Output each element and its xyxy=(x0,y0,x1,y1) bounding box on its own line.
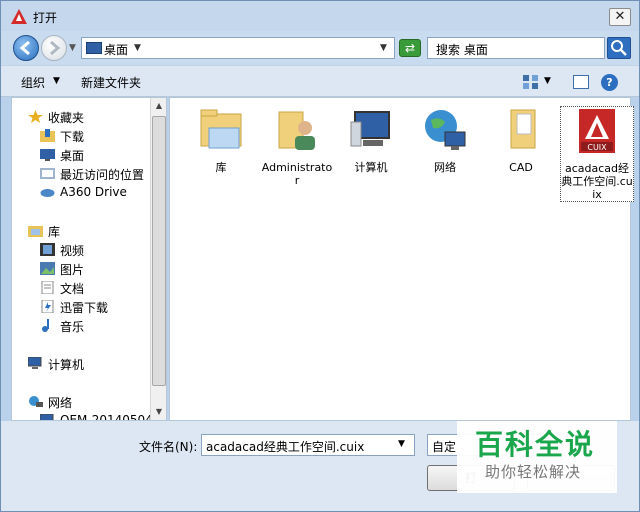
watermark-overlay: 百科全说 助你轻松解决 xyxy=(457,421,617,493)
download-folder-icon xyxy=(40,129,55,142)
command-toolbar: 组织 ▼ 新建文件夹 ▼ ? xyxy=(1,65,639,97)
search-input[interactable]: 搜索 桌面 xyxy=(427,37,605,59)
folder-icon xyxy=(510,109,536,149)
open-file-dialog: 打开 ✕ ▼ 桌面 ▼ ▼ ⇄ 搜索 桌面 组织 ▼ 新建文件夹 ▼ ? 收藏夹… xyxy=(0,0,640,512)
address-history-dropdown[interactable]: ▼ xyxy=(380,43,387,53)
filename-field[interactable]: acadacad经典工作空间.cuix ▼ xyxy=(201,434,415,456)
sidebar-item-label: 下载 xyxy=(60,130,85,144)
scrollbar-thumb[interactable] xyxy=(152,116,166,386)
chevron-down-icon[interactable]: ▼ xyxy=(134,43,141,53)
back-button[interactable] xyxy=(13,35,39,61)
address-bar: ▼ 桌面 ▼ ▼ ⇄ 搜索 桌面 xyxy=(1,31,639,65)
chevron-down-icon[interactable]: ▼ xyxy=(53,76,60,86)
file-item-administrator[interactable]: Administrator xyxy=(260,106,334,187)
address-location[interactable]: 桌面 xyxy=(104,41,128,58)
desktop-icon xyxy=(86,42,102,54)
search-placeholder: 搜索 桌面 xyxy=(436,43,488,57)
file-name: acadacad经典工作空间.cuix xyxy=(561,162,633,201)
recent-locations-dropdown[interactable]: ▼ xyxy=(69,43,76,53)
forward-arrow-icon xyxy=(50,40,61,56)
watermark-title: 百科全说 xyxy=(475,428,596,461)
autocad-app-icon xyxy=(11,9,27,24)
network-computer-icon xyxy=(40,414,54,420)
sidebar-item-label: 库 xyxy=(48,225,61,239)
preview-pane-icon[interactable] xyxy=(573,75,589,89)
sidebar-item-label: 最近访问的位置 xyxy=(60,168,145,182)
cuix-file-icon: CUIX xyxy=(579,109,615,153)
document-icon xyxy=(41,281,54,294)
file-name: CAD xyxy=(509,161,533,174)
network-icon xyxy=(29,396,43,407)
file-type-value: 自定 xyxy=(432,440,457,454)
address-field[interactable]: 桌面 ▼ ▼ xyxy=(81,37,395,59)
library-icon xyxy=(28,226,43,237)
sidebar-item-label: 文档 xyxy=(60,282,85,296)
organize-menu[interactable]: 组织 xyxy=(21,74,45,91)
sidebar-item-label: A360 Drive xyxy=(60,185,127,199)
file-item-libraries[interactable]: 库 xyxy=(184,106,258,174)
file-item-network[interactable]: 网络 xyxy=(408,106,482,174)
file-name: 库 xyxy=(215,161,227,174)
close-button[interactable]: ✕ xyxy=(609,8,631,26)
file-item-computer[interactable]: 计算机 xyxy=(334,106,408,174)
sidebar-item-label: 视频 xyxy=(60,244,85,258)
back-arrow-icon xyxy=(19,40,30,56)
sidebar-item-label: 音乐 xyxy=(60,320,85,334)
sidebar-item-label: 收藏夹 xyxy=(48,111,85,125)
cloud-drive-icon xyxy=(40,189,55,197)
new-folder-button[interactable]: 新建文件夹 xyxy=(81,74,141,91)
computer-icon xyxy=(350,111,390,147)
network-globe-icon xyxy=(425,110,466,150)
watermark-subtitle: 助你轻松解决 xyxy=(485,463,582,481)
star-icon xyxy=(28,110,43,123)
thunder-folder-icon xyxy=(41,300,54,313)
navigation-pane: 收藏夹 下载 桌面 最近访问的位置 A360 Drive 库 视频 图片 文档 … xyxy=(11,97,167,421)
file-item-cad-folder[interactable]: CAD xyxy=(484,106,558,174)
sidebar-item-label: 图片 xyxy=(60,263,85,277)
file-name: 计算机 xyxy=(354,161,388,174)
window-title: 打开 xyxy=(33,11,58,25)
sidebar-item-label: 迅雷下载 xyxy=(60,301,109,315)
desktop-icon xyxy=(40,149,55,161)
refresh-icon: ⇄ xyxy=(404,41,416,55)
sidebar-item-label: 计算机 xyxy=(48,358,85,372)
view-options-icon[interactable] xyxy=(523,75,539,89)
forward-button[interactable] xyxy=(41,35,67,61)
sidebar-item-label: 桌面 xyxy=(60,149,85,163)
scroll-up-arrow-icon[interactable]: ▲ xyxy=(151,98,166,114)
user-folder-icon xyxy=(278,111,315,150)
file-item-cuix[interactable]: CUIX acadacad经典工作空间.cuix xyxy=(560,106,634,202)
search-icon xyxy=(611,40,627,56)
picture-icon xyxy=(40,262,55,275)
music-icon xyxy=(42,319,49,332)
recent-places-icon xyxy=(40,168,55,179)
title-bar[interactable]: 打开 ✕ xyxy=(1,1,639,31)
video-icon xyxy=(40,243,55,256)
computer-icon xyxy=(28,357,42,369)
help-icon[interactable]: ? xyxy=(601,74,618,91)
refresh-button[interactable]: ⇄ xyxy=(399,39,421,57)
scroll-down-arrow-icon[interactable]: ▼ xyxy=(151,404,166,420)
filename-label: 文件名(N): xyxy=(139,440,198,454)
search-button[interactable] xyxy=(607,37,631,59)
chevron-down-icon[interactable]: ▼ xyxy=(398,439,405,449)
library-folder-icon xyxy=(200,109,242,149)
file-name: Administrator xyxy=(261,161,333,187)
chevron-down-icon[interactable]: ▼ xyxy=(544,76,551,86)
file-name: 网络 xyxy=(434,161,456,174)
file-list-view: 库 Administrator 计算机 网络 CAD CUIX acadacad… xyxy=(169,97,634,421)
navigation-scrollbar[interactable]: ▲ ▼ xyxy=(150,98,166,420)
sidebar-item-label: 网络 xyxy=(48,396,73,410)
cuix-badge: CUIX xyxy=(587,143,607,152)
filename-value[interactable]: acadacad经典工作空间.cuix xyxy=(206,438,364,455)
